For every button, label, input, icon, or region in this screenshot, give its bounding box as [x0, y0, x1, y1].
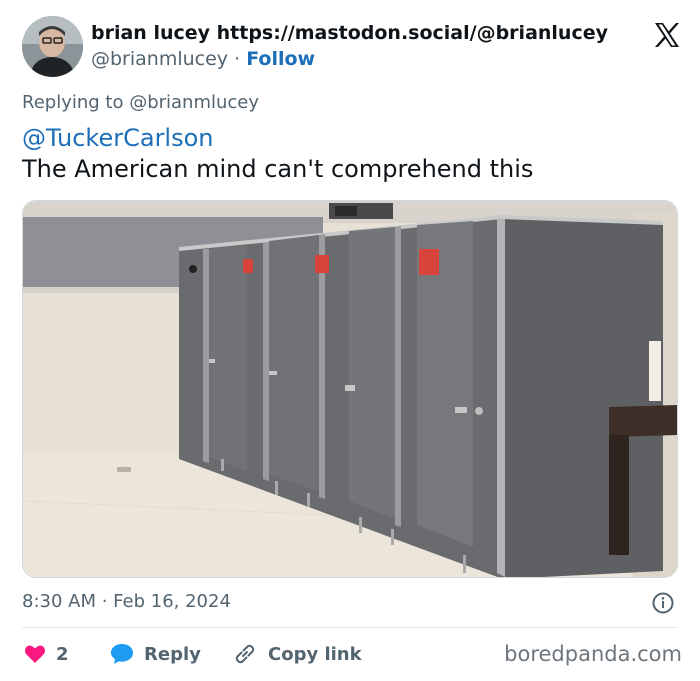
link-icon — [235, 644, 255, 664]
author-handle-line: @brianmlucey · Follow — [91, 48, 315, 70]
heart-icon — [24, 645, 46, 663]
copy-link-label: Copy link — [268, 643, 362, 665]
replying-to: Replying to @brianmlucey — [22, 92, 260, 113]
tweet-text: The American mind can't comprehend this — [22, 155, 534, 183]
info-icon[interactable] — [652, 592, 674, 614]
author-handle[interactable]: @brianmlucey — [91, 48, 228, 70]
watermark: boredpanda.com — [504, 642, 682, 666]
follow-button[interactable]: Follow — [246, 48, 315, 70]
like-count: 2 — [56, 643, 69, 665]
speech-bubble-icon — [111, 644, 133, 664]
like-button[interactable]: 2 — [24, 640, 69, 668]
copy-link-button[interactable]: Copy link — [232, 640, 362, 668]
tweet-timestamp[interactable]: 8:30 AM · Feb 16, 2024 — [22, 591, 231, 612]
reply-button[interactable]: Reply — [110, 640, 201, 668]
tweet-photo[interactable] — [22, 200, 678, 578]
author-display-name[interactable]: brian lucey https://mastodon.social/@bri… — [91, 22, 608, 44]
divider — [22, 627, 678, 628]
separator: · — [234, 48, 241, 70]
tweet-header: brian lucey https://mastodon.social/@bri… — [22, 16, 682, 78]
action-bar: 2 Reply Copy link boredpanda.com — [22, 640, 682, 668]
avatar[interactable] — [22, 16, 83, 77]
x-logo-icon[interactable] — [652, 20, 682, 50]
reply-label: Reply — [144, 643, 201, 665]
mention-link[interactable]: @TuckerCarlson — [22, 124, 214, 152]
